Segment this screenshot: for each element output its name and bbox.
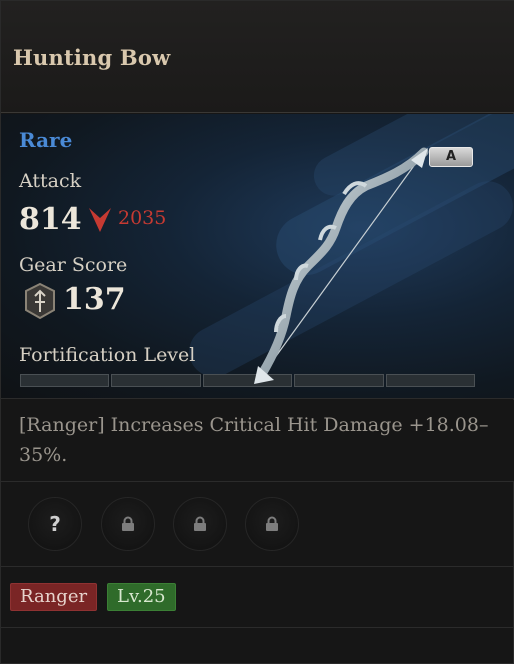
item-hero-panel: Rare Attack 814 2035 Gear Score 137 Fort…	[1, 114, 514, 399]
fortification-label: Fortification Level	[19, 344, 196, 366]
item-description: [Ranger] Increases Critical Hit Damage +…	[19, 414, 489, 466]
question-icon: ?	[49, 512, 61, 536]
gear-score-shield-icon	[25, 282, 55, 320]
class-tag: Ranger	[10, 583, 98, 611]
bow-icon	[254, 147, 429, 384]
fortification-segment	[20, 374, 110, 387]
attack-label: Attack	[19, 170, 82, 192]
tag-row: Ranger Lv.25	[1, 568, 514, 628]
level-tag: Lv.25	[107, 583, 176, 611]
grade-badge: A	[429, 147, 473, 167]
socket-row: ?	[1, 483, 514, 567]
tooltip-header: Hunting Bow	[1, 1, 514, 113]
gear-score-value: 137	[63, 282, 126, 317]
gear-score-label: Gear Score	[19, 254, 128, 276]
item-tooltip: Hunting Bow Rare Attack 814 2035 Gear Sc…	[0, 0, 514, 664]
socket-locked[interactable]	[173, 497, 227, 551]
lock-icon	[194, 516, 206, 531]
attack-value: 814	[19, 202, 82, 237]
item-description-section: [Ranger] Increases Critical Hit Damage +…	[1, 400, 514, 482]
socket-unknown[interactable]: ?	[28, 497, 82, 551]
lock-icon	[266, 516, 278, 531]
socket-locked[interactable]	[245, 497, 299, 551]
attack-compare-value: 2035	[118, 207, 167, 229]
lock-icon	[122, 516, 134, 531]
socket-locked[interactable]	[101, 497, 155, 551]
fortification-segment	[111, 374, 201, 387]
item-name: Hunting Bow	[13, 45, 171, 70]
down-arrow-icon	[89, 208, 111, 232]
rarity-label: Rare	[19, 128, 73, 152]
